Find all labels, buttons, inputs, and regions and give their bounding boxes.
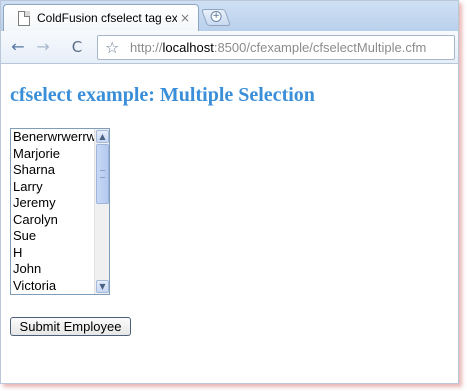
employee-option[interactable]: Benerwrwerrw: [11, 129, 95, 146]
url-text: http://localhost:8500/cfexample/cfselect…: [130, 40, 426, 55]
employee-option[interactable]: Marjorie: [11, 146, 95, 163]
reload-button[interactable]: C: [67, 37, 87, 59]
page-icon: [18, 11, 30, 26]
star-icon[interactable]: ☆: [105, 38, 119, 57]
browser-window: ColdFusion cfselect tag ex… × + ← → C ☆ …: [0, 0, 459, 384]
employee-option[interactable]: Sue: [11, 228, 95, 245]
employee-option[interactable]: Victoria: [11, 278, 95, 295]
employee-option[interactable]: Carolyn: [11, 212, 95, 229]
url-host: localhost: [162, 40, 214, 55]
scroll-thumb[interactable]: [96, 144, 109, 204]
employee-option[interactable]: H: [11, 245, 95, 262]
back-button[interactable]: ←: [9, 37, 27, 59]
tab-title: ColdFusion cfselect tag ex…: [37, 11, 177, 25]
employee-option[interactable]: John: [11, 261, 95, 278]
employee-option[interactable]: Larry: [11, 179, 95, 196]
employee-select[interactable]: Benerwrwerrw Marjorie Sharna Larry Jeremy Car…: [10, 128, 110, 295]
new-tab-button[interactable]: +: [200, 9, 232, 26]
employee-option[interactable]: Jeremy: [11, 195, 95, 212]
submit-employee-button[interactable]: Submit Employee: [10, 317, 131, 336]
browser-tab[interactable]: ColdFusion cfselect tag ex… ×: [3, 4, 199, 32]
scrollbar[interactable]: ▲ ▼: [94, 129, 109, 294]
plus-icon: +: [210, 11, 222, 22]
scroll-up-icon[interactable]: ▲: [96, 130, 109, 143]
employee-option[interactable]: Sharna: [11, 162, 95, 179]
close-tab-icon[interactable]: ×: [180, 11, 190, 25]
browser-toolbar: ← → C ☆ http://localhost:8500/cfexample/…: [1, 31, 458, 64]
url-prefix: http://: [130, 40, 163, 55]
tab-strip: ColdFusion cfselect tag ex… × +: [1, 1, 458, 32]
url-path: :8500/cfexample/cfselectMultiple.cfm: [213, 40, 427, 55]
scroll-down-icon[interactable]: ▼: [96, 280, 109, 293]
forward-button[interactable]: →: [34, 37, 52, 59]
page-title: cfselect example: Multiple Selection: [10, 84, 315, 106]
address-bar[interactable]: ☆ http://localhost:8500/cfexample/cfsele…: [97, 35, 455, 60]
